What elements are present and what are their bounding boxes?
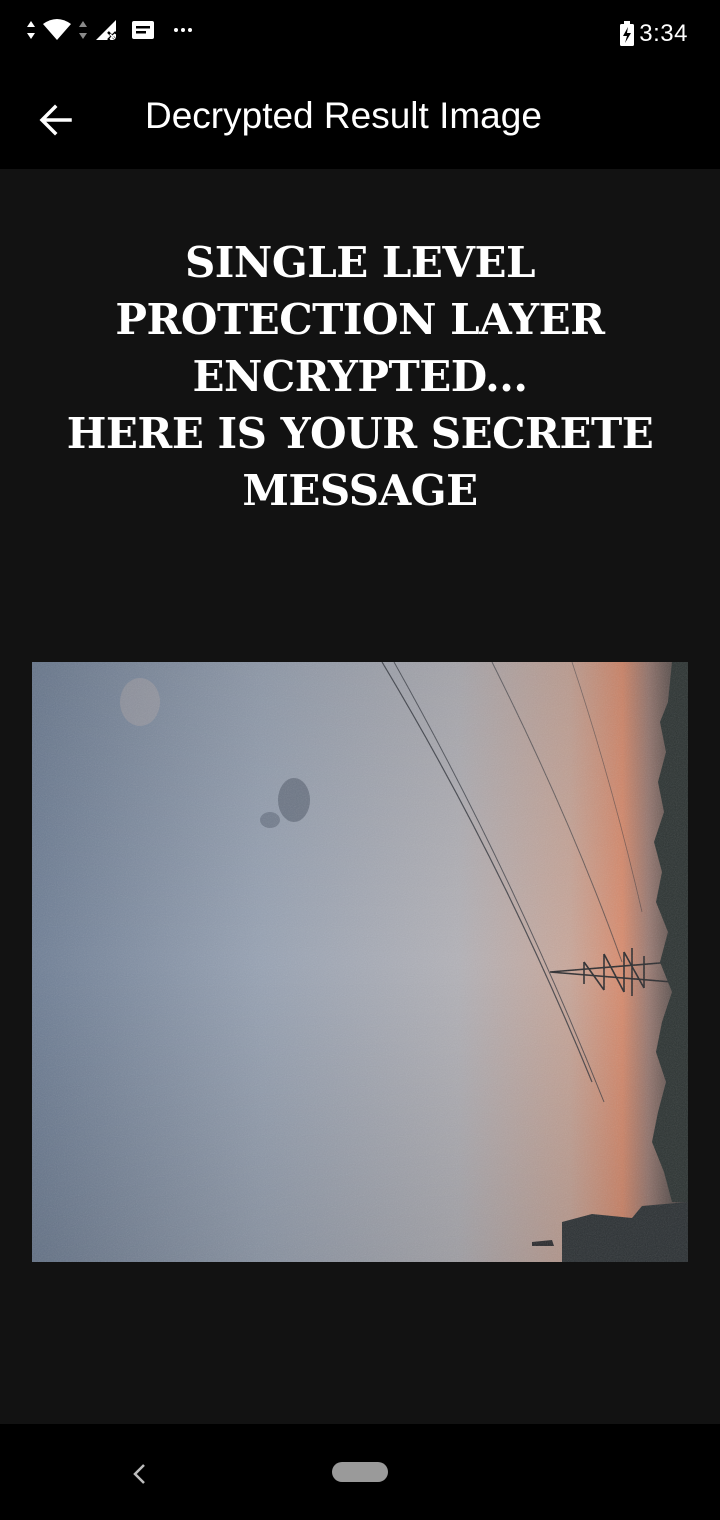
message-line: PROTECTION LAYER — [115, 295, 605, 344]
status-icons-left — [26, 14, 194, 46]
navigation-bar — [0, 1424, 720, 1520]
clock: 3:34 — [639, 20, 688, 47]
status-icons-right: 3:34 — [619, 18, 688, 50]
message-line: HERE IS YOUR SECRETE — [66, 409, 654, 458]
more-notifications-icon — [174, 28, 192, 32]
home-pill-icon[interactable] — [332, 1462, 388, 1482]
notification-message-icon — [132, 21, 154, 39]
message-line: SINGLE LEVEL — [184, 238, 536, 287]
wifi-icon — [43, 19, 71, 40]
app-bar: Decrypted Result Image — [0, 68, 720, 169]
data-arrows-icon — [79, 21, 87, 39]
status-bar: 3:34 — [0, 0, 720, 68]
page-title: Decrypted Result Image — [145, 95, 542, 136]
decrypted-result-screen: 3:34 Decrypted Result Image SINGLE LEVEL… — [0, 0, 720, 1520]
message-line: ENCRYPTED... — [192, 352, 528, 401]
chevron-left-icon — [133, 1464, 145, 1484]
arrow-left-icon — [39, 104, 72, 136]
back-button[interactable] — [24, 88, 88, 152]
data-arrows-icon — [27, 21, 35, 39]
signal-no-data-icon — [96, 20, 117, 41]
secret-message: SINGLE LEVEL PROTECTION LAYER ENCRYPTED.… — [30, 234, 690, 519]
nav-back-button[interactable] — [120, 1454, 160, 1494]
decrypted-image — [32, 662, 688, 1262]
battery-charging-icon — [620, 21, 635, 46]
message-line: MESSAGE — [242, 466, 478, 515]
